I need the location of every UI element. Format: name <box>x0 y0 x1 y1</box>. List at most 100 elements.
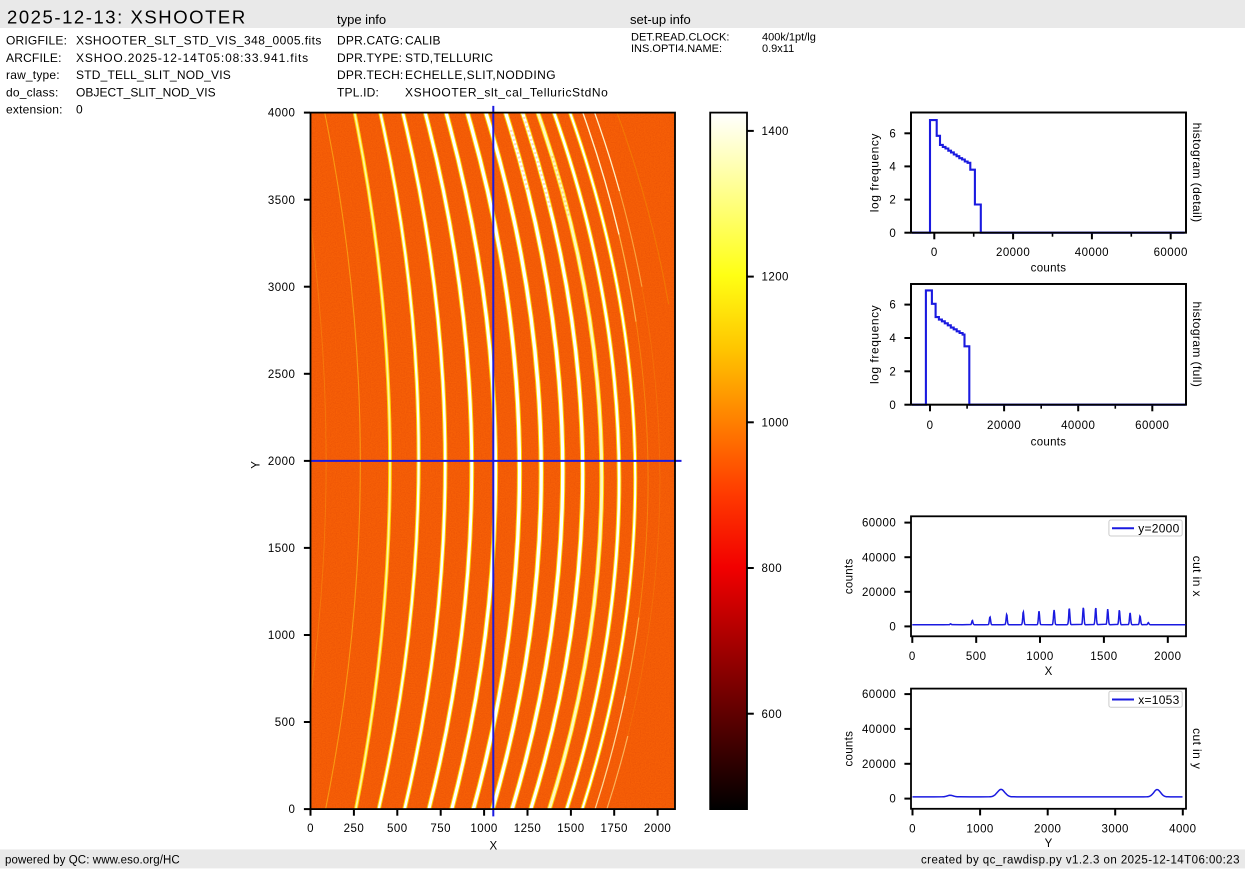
svg-text:60000: 60000 <box>1154 247 1188 259</box>
svg-text:4: 4 <box>889 333 896 345</box>
svg-text:2500: 2500 <box>268 369 295 381</box>
svg-text:1500: 1500 <box>268 543 295 555</box>
svg-text:DPR.TYPE:: DPR.TYPE: <box>337 51 402 65</box>
svg-text:DPR.TECH:: DPR.TECH: <box>337 68 403 82</box>
svg-text:0: 0 <box>76 103 83 117</box>
svg-text:CALIB: CALIB <box>405 34 441 48</box>
svg-text:type info: type info <box>337 12 386 27</box>
svg-text:60000: 60000 <box>862 689 896 701</box>
svg-text:800: 800 <box>762 563 783 575</box>
svg-text:0: 0 <box>931 247 938 259</box>
svg-text:0: 0 <box>909 651 916 663</box>
svg-text:DPR.CATG:: DPR.CATG: <box>337 34 403 48</box>
svg-text:2000: 2000 <box>1154 651 1181 663</box>
svg-text:extension:: extension: <box>6 103 63 117</box>
svg-text:20000: 20000 <box>862 759 896 771</box>
svg-text:40000: 40000 <box>862 552 896 564</box>
svg-text:XSHOOTER_SLT_STD_VIS_348_0005.: XSHOOTER_SLT_STD_VIS_348_0005.fits <box>76 34 322 48</box>
svg-text:0: 0 <box>909 823 916 835</box>
svg-text:500: 500 <box>387 823 408 835</box>
svg-text:0: 0 <box>927 420 934 432</box>
svg-text:ECHELLE,SLIT,NODDING: ECHELLE,SLIT,NODDING <box>405 68 556 82</box>
svg-text:250: 250 <box>344 823 365 835</box>
svg-text:500: 500 <box>966 651 987 663</box>
svg-text:20000: 20000 <box>996 247 1030 259</box>
svg-text:STD,TELLURIC: STD,TELLURIC <box>405 51 493 65</box>
svg-text:Y: Y <box>1045 838 1053 850</box>
svg-text:powered by QC: www.eso.org/HC: powered by QC: www.eso.org/HC <box>5 855 180 867</box>
svg-text:XSHOOTER_slt_cal_TelluricStdNo: XSHOOTER_slt_cal_TelluricStdNo <box>405 85 608 99</box>
svg-text:counts: counts <box>1031 263 1067 275</box>
svg-text:counts: counts <box>1031 437 1067 449</box>
svg-text:40000: 40000 <box>1075 247 1109 259</box>
svg-text:600: 600 <box>762 709 783 721</box>
svg-text:3000: 3000 <box>268 282 295 294</box>
svg-text:log frequency: log frequency <box>868 133 882 212</box>
svg-text:3500: 3500 <box>268 195 295 207</box>
svg-text:Y: Y <box>251 461 263 469</box>
svg-text:log frequency: log frequency <box>868 305 882 384</box>
svg-text:1750: 1750 <box>601 823 628 835</box>
svg-text:20000: 20000 <box>862 587 896 599</box>
svg-text:1500: 1500 <box>557 823 584 835</box>
svg-text:1000: 1000 <box>470 823 497 835</box>
svg-text:ARCFILE:: ARCFILE: <box>6 51 62 65</box>
svg-text:XSHOO.2025-12-14T05:08:33.941.: XSHOO.2025-12-14T05:08:33.941.fits <box>76 51 309 65</box>
svg-text:1000: 1000 <box>268 630 295 642</box>
svg-text:X: X <box>1045 666 1053 678</box>
svg-text:0: 0 <box>889 794 896 806</box>
svg-text:do_class:: do_class: <box>6 85 59 99</box>
svg-text:3000: 3000 <box>1102 823 1129 835</box>
svg-text:20000: 20000 <box>987 420 1021 432</box>
svg-text:0: 0 <box>307 823 314 835</box>
svg-text:1250: 1250 <box>514 823 541 835</box>
svg-text:X: X <box>489 841 497 853</box>
svg-text:OBJECT_SLIT_NOD_VIS: OBJECT_SLIT_NOD_VIS <box>76 85 216 99</box>
svg-text:histogram (full): histogram (full) <box>1190 302 1204 388</box>
svg-text:750: 750 <box>430 823 451 835</box>
svg-text:0: 0 <box>889 228 896 240</box>
svg-text:counts: counts <box>844 558 856 594</box>
svg-text:1000: 1000 <box>966 823 993 835</box>
svg-text:STD_TELL_SLIT_NOD_VIS: STD_TELL_SLIT_NOD_VIS <box>76 68 231 82</box>
svg-text:cut in y: cut in y <box>1190 728 1204 769</box>
svg-text:y=2000: y=2000 <box>1138 522 1179 536</box>
svg-text:histogram (detail): histogram (detail) <box>1190 123 1204 223</box>
svg-text:0: 0 <box>889 622 896 634</box>
svg-text:500: 500 <box>275 717 296 729</box>
svg-text:INS.OPTI4.NAME:: INS.OPTI4.NAME: <box>631 43 722 55</box>
svg-text:counts: counts <box>844 731 856 767</box>
svg-text:0: 0 <box>889 400 896 412</box>
svg-text:0.9x11: 0.9x11 <box>762 43 794 55</box>
svg-text:cut in x: cut in x <box>1190 556 1204 597</box>
svg-text:40000: 40000 <box>862 724 896 736</box>
svg-text:6: 6 <box>889 128 896 140</box>
svg-text:set-up info: set-up info <box>630 12 691 27</box>
svg-text:1400: 1400 <box>762 126 789 138</box>
svg-text:2025-12-13: XSHOOTER: 2025-12-13: XSHOOTER <box>7 7 247 28</box>
svg-text:2: 2 <box>889 195 896 207</box>
svg-text:0: 0 <box>288 804 295 816</box>
svg-text:raw_type:: raw_type: <box>6 68 60 82</box>
svg-text:TPL.ID:: TPL.ID: <box>337 85 379 99</box>
svg-text:60000: 60000 <box>1135 420 1169 432</box>
svg-text:400k/1pt/lg: 400k/1pt/lg <box>762 32 816 44</box>
svg-text:1200: 1200 <box>762 272 789 284</box>
svg-text:1000: 1000 <box>762 417 789 429</box>
svg-text:DET.READ.CLOCK:: DET.READ.CLOCK: <box>631 32 729 44</box>
svg-text:40000: 40000 <box>1061 420 1095 432</box>
svg-text:4000: 4000 <box>1169 823 1196 835</box>
svg-text:ORIGFILE:: ORIGFILE: <box>6 34 67 48</box>
svg-text:x=1053: x=1053 <box>1138 693 1179 707</box>
svg-text:6: 6 <box>889 300 896 312</box>
svg-text:2000: 2000 <box>644 823 671 835</box>
svg-text:2000: 2000 <box>268 456 295 468</box>
svg-text:1000: 1000 <box>1026 651 1053 663</box>
svg-text:created by qc_rawdisp.py v1.2.: created by qc_rawdisp.py v1.2.3 on 2025-… <box>921 855 1240 867</box>
svg-text:4000: 4000 <box>268 108 295 120</box>
svg-text:2000: 2000 <box>1034 823 1061 835</box>
svg-text:2: 2 <box>889 366 896 378</box>
svg-text:1500: 1500 <box>1090 651 1117 663</box>
svg-text:4: 4 <box>889 162 896 174</box>
svg-text:60000: 60000 <box>862 518 896 530</box>
